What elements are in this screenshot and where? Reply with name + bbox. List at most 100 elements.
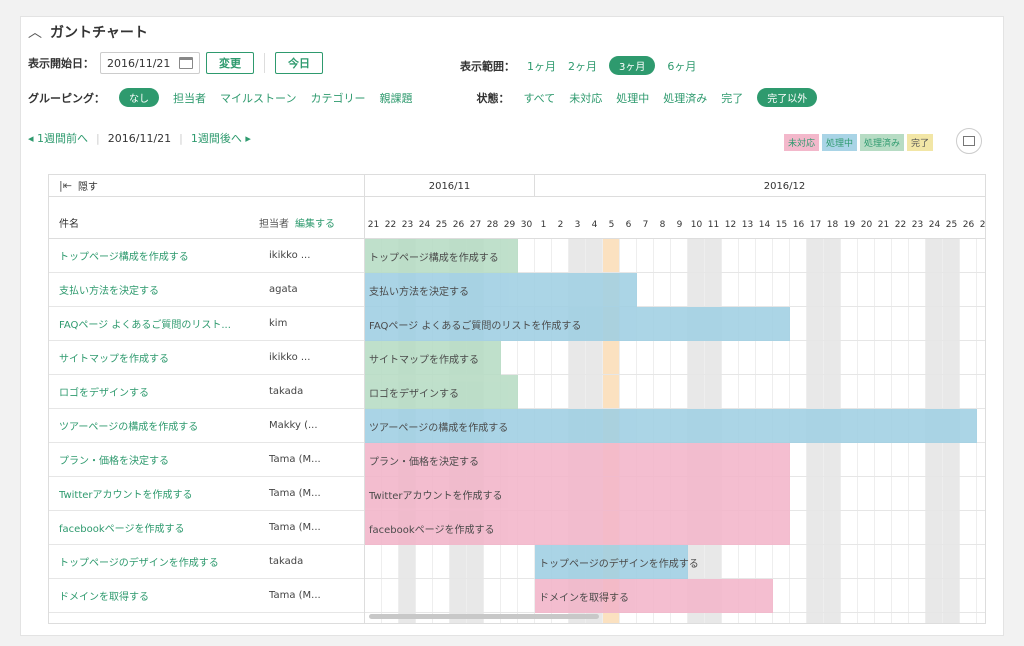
timeline-row: 支払い方法を決定する — [365, 273, 985, 307]
week-nav: ◂ 1週間前へ | 2016/11/21 | 1週間後へ ▸ — [28, 130, 251, 146]
range-3-month[interactable]: 3ヶ月 — [609, 56, 656, 75]
task-row: Twitterアカウントを作成する Tama (M... — [49, 477, 364, 511]
task-name-link[interactable]: 支払い方法を決定する — [59, 282, 269, 297]
task-row: トップページ構成を作成する ikikko ... — [49, 239, 364, 273]
gantt-bar[interactable]: トップページ構成を作成する — [365, 239, 518, 273]
gantt-bar[interactable]: サイトマップを作成する — [365, 341, 501, 375]
day-label: 30 — [520, 220, 533, 230]
start-date-input[interactable]: 2016/11/21 — [100, 52, 200, 74]
task-assignee: takada — [269, 556, 304, 567]
day-label: 7 — [642, 220, 649, 230]
hide-toggle[interactable]: |⇤ 隠す — [49, 175, 364, 197]
task-name-link[interactable]: ドメインを取得する — [59, 588, 269, 603]
task-row: サイトマップを作成する ikikko ... — [49, 341, 364, 375]
task-name-link[interactable]: ロゴをデザインする — [59, 384, 269, 399]
task-name-link[interactable]: トップページのデザインを作成する — [59, 554, 269, 569]
day-label: 13 — [741, 220, 754, 230]
timeline-row: Twitterアカウントを作成する — [365, 477, 985, 511]
day-label: 3 — [574, 220, 581, 230]
task-assignee: Tama (M... — [269, 454, 321, 465]
task-name-link[interactable]: FAQページ よくあるご質問のリスト... — [59, 316, 269, 331]
day-label: 28 — [486, 220, 499, 230]
day-label: 25 — [435, 220, 448, 230]
filter-row: グルーピング： なし 担当者 マイルストーン カテゴリー 親課題 状態： すべて… — [28, 88, 818, 107]
month-header: 2016/11 2016/12 — [365, 175, 985, 197]
gantt-bar[interactable]: 支払い方法を決定する — [365, 273, 637, 307]
task-name-link[interactable]: トップページ構成を作成する — [59, 248, 269, 263]
today-button[interactable]: 今日 — [275, 52, 323, 74]
chevron-up-icon[interactable]: ︿ — [28, 22, 42, 42]
task-name-link[interactable]: Twitterアカウントを作成する — [59, 486, 269, 501]
day-label: 2 — [557, 220, 564, 230]
task-assignee: takada — [269, 386, 304, 397]
timeline-row: プラン・価格を決定する — [365, 443, 985, 477]
hide-label: 隠す — [77, 182, 98, 193]
gantt-bar[interactable]: Twitterアカウントを作成する — [365, 477, 790, 511]
grouping-none[interactable]: なし — [119, 88, 159, 107]
task-name-link[interactable]: ツアーページの構成を作成する — [59, 418, 269, 433]
status-in-progress[interactable]: 処理中 — [616, 90, 649, 106]
day-label: 24 — [928, 220, 941, 230]
status-done[interactable]: 完了 — [721, 90, 743, 106]
grouping-category[interactable]: カテゴリー — [310, 90, 365, 106]
horizontal-scrollbar[interactable] — [369, 614, 599, 619]
day-label: 5 — [608, 220, 615, 230]
task-assignee: Tama (M... — [269, 522, 321, 533]
day-label: 29 — [503, 220, 516, 230]
timeline-row: ツアーページの構成を作成する — [365, 409, 985, 443]
edit-link[interactable]: 編集する — [295, 215, 335, 230]
day-label: 20 — [860, 220, 873, 230]
timeline-row: トップページ構成を作成する — [365, 239, 985, 273]
task-row: 支払い方法を決定する agata — [49, 273, 364, 307]
task-name-link[interactable]: facebookページを作成する — [59, 520, 269, 535]
grouping-parent[interactable]: 親課題 — [379, 90, 412, 106]
status-all[interactable]: すべて — [523, 90, 555, 106]
day-label: 16 — [792, 220, 805, 230]
status-processed[interactable]: 処理済み — [663, 90, 707, 106]
next-week-link[interactable]: 1週間後へ ▸ — [191, 130, 251, 146]
prev-week-link[interactable]: ◂ 1週間前へ — [28, 130, 88, 146]
change-button[interactable]: 変更 — [206, 52, 254, 74]
layout-toggle-button[interactable] — [956, 128, 982, 154]
start-date-label: 表示開始日： — [28, 57, 94, 70]
range-1-month[interactable]: 1ヶ月 — [527, 58, 556, 74]
grouping-assignee[interactable]: 担当者 — [173, 90, 206, 106]
calendar-icon[interactable] — [179, 57, 193, 69]
gantt-bar[interactable]: FAQページ よくあるご質問のリストを作成する — [365, 307, 790, 341]
task-row: ツアーページの構成を作成する Makky (... — [49, 409, 364, 443]
section-header[interactable]: ︿ ガントチャート — [28, 22, 148, 42]
day-label: 22 — [384, 220, 397, 230]
grouping-milestone[interactable]: マイルストーン — [220, 90, 296, 106]
day-label: 1 — [540, 220, 547, 230]
day-label: 21 — [367, 220, 380, 230]
status-unhandled[interactable]: 未対応 — [569, 90, 602, 106]
legend-in-progress: 処理中 — [822, 134, 858, 151]
task-row: FAQページ よくあるご質問のリスト... kim — [49, 307, 364, 341]
task-row: facebookページを作成する Tama (M... — [49, 511, 364, 545]
task-name-link[interactable]: サイトマップを作成する — [59, 350, 269, 365]
month-label: 2016/11 — [365, 175, 535, 197]
month-label: 2016/12 — [535, 175, 985, 197]
status-legend: 未対応 処理中 処理済み 完了 — [784, 134, 934, 151]
display-range: 表示範囲： 1ヶ月 2ヶ月 3ヶ月 6ヶ月 — [460, 56, 696, 75]
gantt-bar[interactable]: facebookページを作成する — [365, 511, 790, 545]
legend-unhandled: 未対応 — [784, 134, 820, 151]
range-2-month[interactable]: 2ヶ月 — [568, 58, 597, 74]
page-title: ガントチャート — [50, 25, 148, 41]
task-name-link[interactable]: プラン・価格を決定する — [59, 452, 269, 467]
gantt-bar[interactable]: ロゴをデザインする — [365, 375, 518, 409]
status-not-done[interactable]: 完了以外 — [757, 88, 818, 107]
task-row: ロゴをデザインする takada — [49, 375, 364, 409]
task-assignee: Tama (M... — [269, 488, 321, 499]
divider — [264, 53, 265, 73]
legend-done: 完了 — [907, 134, 934, 151]
gantt-bar[interactable]: プラン・価格を決定する — [365, 443, 790, 477]
day-header: 21 22 23 24 25 26 27 28 29 30 1 2 3 4 5 6 7 8 9 10 11 12 13 14 1… — [365, 197, 985, 239]
gantt-bar[interactable]: ツアーページの構成を作成する — [365, 409, 977, 443]
gantt-bar[interactable]: トップページのデザインを作成する — [535, 545, 699, 579]
day-label: 18 — [826, 220, 839, 230]
day-label: 10 — [690, 220, 703, 230]
gantt-bar[interactable]: ドメインを取得する — [535, 579, 773, 613]
task-row: トップページのデザインを作成する takada — [49, 545, 364, 579]
range-6-month[interactable]: 6ヶ月 — [667, 58, 696, 74]
